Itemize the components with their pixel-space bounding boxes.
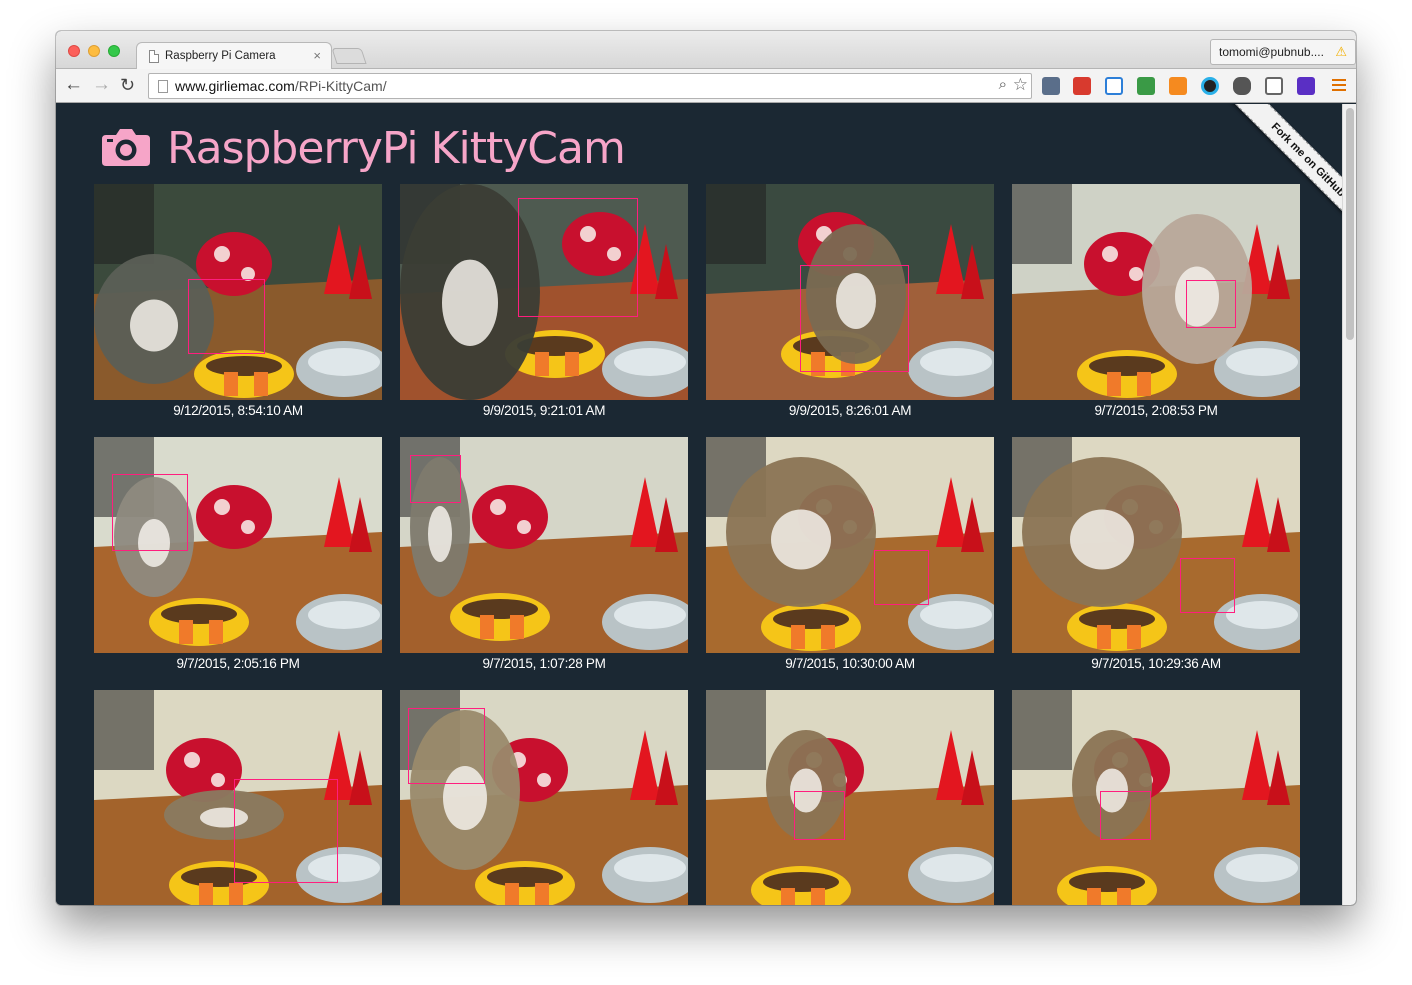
zoom-window-button[interactable] (108, 45, 120, 57)
minimize-window-button[interactable] (88, 45, 100, 57)
photo-card: 9/7/2015, 2:08:53 PM (1012, 184, 1300, 418)
photo-timestamp: 9/7/2015, 2:05:16 PM (176, 656, 300, 671)
face-detection-box (112, 474, 188, 551)
photo-timestamp: 9/7/2015, 10:29:36 AM (1091, 656, 1221, 671)
url-text[interactable]: www.girliemac.com/RPi-KittyCam/ (175, 78, 387, 94)
tab-raspberry-pi-camera[interactable]: Raspberry Pi Camera × (136, 42, 332, 70)
photo-timestamp: 9/9/2015, 9:21:01 AM (482, 403, 606, 418)
cat-photo[interactable] (706, 690, 994, 905)
warning-icon: ⚠ (1335, 44, 1347, 59)
bookmark-star-icon[interactable]: ☆ (1013, 75, 1028, 95)
cat-photo[interactable] (706, 184, 994, 400)
face-detection-box (234, 779, 338, 883)
cat-photo-image (1012, 690, 1300, 905)
back-button[interactable]: ← (64, 74, 83, 96)
photo-timestamp: 9/7/2015, 2:08:53 PM (1094, 403, 1218, 418)
photo-card (400, 690, 688, 905)
cat-photo[interactable] (94, 690, 382, 905)
cat-photo-image (706, 437, 994, 653)
tab-close-icon[interactable]: × (313, 48, 321, 63)
face-detection-box (518, 198, 638, 317)
cat-photo[interactable] (1012, 690, 1300, 905)
cast-icon[interactable] (1265, 77, 1283, 95)
cat-photo[interactable] (400, 184, 688, 400)
face-detection-box (874, 550, 929, 605)
address-bar[interactable]: www.girliemac.com/RPi-KittyCam/ ⌕ ☆ (148, 73, 1032, 99)
face-detection-box (410, 455, 461, 503)
chrome-menu-icon[interactable] (1332, 79, 1346, 94)
photo-card (1012, 690, 1300, 905)
browser-window: Raspberry Pi Camera × tomomi@pubnub.... … (56, 31, 1356, 905)
zoom-icon[interactable]: ⌕ (999, 76, 1007, 93)
hand-extension-icon[interactable] (1233, 77, 1251, 95)
photo-card (94, 690, 382, 905)
photo-card: 9/12/2015, 8:54:10 AM (94, 184, 382, 418)
photo-card: 9/7/2015, 2:05:16 PM (94, 437, 382, 671)
face-detection-box (1100, 791, 1151, 840)
face-detection-box (1186, 280, 1236, 328)
tab-strip: Raspberry Pi Camera × tomomi@pubnub.... … (56, 31, 1356, 70)
cat-photo[interactable] (400, 690, 688, 905)
photo-timestamp: 9/7/2015, 10:30:00 AM (785, 656, 915, 671)
camera-icon (102, 129, 150, 166)
face-detection-box (408, 708, 485, 784)
photo-timestamp: 9/7/2015, 1:07:28 PM (482, 656, 606, 671)
page-content: RaspberryPi KittyCam Fork me on GitHub 9… (56, 104, 1342, 905)
page-icon (149, 50, 159, 63)
cat-photo-image (1012, 184, 1300, 400)
camera-lens-extension-icon[interactable] (1201, 77, 1219, 95)
photo-card: 9/9/2015, 8:26:01 AM (706, 184, 994, 418)
browser-toolbar: ← → ↻ www.girliemac.com/RPi-KittyCam/ ⌕ … (56, 69, 1356, 103)
face-detection-box (794, 791, 845, 840)
url-host: www.girliemac.com (175, 78, 295, 94)
forward-button[interactable]: → (92, 74, 111, 96)
purple-extension-icon[interactable] (1297, 77, 1315, 95)
cat-photo[interactable] (400, 437, 688, 653)
eyedropper-extension-icon[interactable] (1042, 77, 1060, 95)
url-path: /RPi-KittyCam/ (294, 78, 387, 94)
photo-card: 9/7/2015, 1:07:28 PM (400, 437, 688, 671)
face-detection-box (800, 265, 909, 372)
photo-timestamp: 9/12/2015, 8:54:10 AM (173, 403, 303, 418)
screenshot-extension-icon[interactable] (1105, 77, 1123, 95)
evernote-extension-icon[interactable] (1137, 77, 1155, 95)
vertical-scrollbar[interactable] (1342, 104, 1356, 905)
cat-photo[interactable] (94, 184, 382, 400)
profile-name: tomomi@pubnub.... (1219, 45, 1324, 59)
page-title: RaspberryPi KittyCam (167, 123, 626, 174)
new-tab-button[interactable] (331, 48, 367, 64)
reload-button[interactable]: ↻ (120, 74, 135, 96)
cat-photo-image (706, 690, 994, 905)
photo-card: 9/9/2015, 9:21:01 AM (400, 184, 688, 418)
cat-photo[interactable] (706, 437, 994, 653)
cat-photo-image (1012, 437, 1300, 653)
tab-title: Raspberry Pi Camera (165, 50, 276, 62)
close-window-button[interactable] (68, 45, 80, 57)
chart-extension-icon[interactable] (1169, 77, 1187, 95)
face-detection-box (1180, 558, 1235, 613)
photo-card (706, 690, 994, 905)
red-extension-icon[interactable] (1073, 77, 1091, 95)
cat-photo[interactable] (1012, 437, 1300, 653)
photo-card: 9/7/2015, 10:29:36 AM (1012, 437, 1300, 671)
page-info-icon[interactable] (158, 80, 168, 93)
profile-button[interactable]: tomomi@pubnub.... ⚠ (1210, 39, 1356, 65)
scrollbar-thumb[interactable] (1346, 108, 1354, 340)
face-detection-box (188, 279, 265, 354)
cat-photo[interactable] (1012, 184, 1300, 400)
photo-timestamp: 9/9/2015, 8:26:01 AM (788, 403, 912, 418)
cat-photo[interactable] (94, 437, 382, 653)
photo-card: 9/7/2015, 10:30:00 AM (706, 437, 994, 671)
